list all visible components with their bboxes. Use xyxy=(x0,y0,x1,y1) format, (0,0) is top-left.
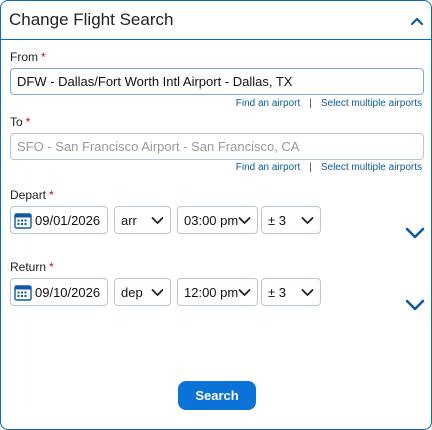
link-separator: | xyxy=(309,162,312,173)
chevron-down-icon xyxy=(151,217,164,224)
depart-label: Depart * xyxy=(10,188,54,202)
chevron-down-icon xyxy=(238,289,251,296)
chevron-down-icon xyxy=(301,217,314,224)
panel-title: Change Flight Search xyxy=(9,10,174,29)
to-label: To * xyxy=(10,115,31,129)
chevron-down-icon xyxy=(301,289,314,296)
required-marker: * xyxy=(49,188,54,202)
return-date-value: 09/10/2026 xyxy=(35,285,101,300)
chevron-down-icon xyxy=(151,289,164,296)
return-time-select[interactable]: 12:00 pm xyxy=(177,278,258,306)
required-marker: * xyxy=(49,260,54,274)
link-separator: | xyxy=(309,98,312,109)
calendar-icon[interactable] xyxy=(14,284,32,301)
chevron-up-icon[interactable] xyxy=(407,11,427,31)
to-airport-input[interactable] xyxy=(10,133,424,160)
from-find-airport-link[interactable]: Find an airport xyxy=(236,98,300,109)
depart-time-select[interactable]: 03:00 pm xyxy=(177,206,258,234)
from-airport-input[interactable] xyxy=(10,68,424,95)
return-label: Return * xyxy=(10,260,54,274)
depart-expand-icon[interactable] xyxy=(404,226,426,240)
search-button[interactable]: Search xyxy=(178,381,256,410)
return-expand-icon[interactable] xyxy=(404,298,426,312)
depart-date-input[interactable]: 09/01/2026 xyxy=(10,206,108,234)
return-arr-dep-select[interactable]: dep xyxy=(114,278,171,306)
chevron-down-icon xyxy=(238,217,251,224)
to-select-multiple-link[interactable]: Select multiple airports xyxy=(321,162,422,173)
from-label: From * xyxy=(10,50,46,64)
to-find-airport-link[interactable]: Find an airport xyxy=(236,162,300,173)
required-marker: * xyxy=(25,115,31,129)
from-airport-links: Find an airport | Select multiple airports xyxy=(236,98,422,109)
from-select-multiple-link[interactable]: Select multiple airports xyxy=(321,98,422,109)
panel-header[interactable]: Change Flight Search xyxy=(1,1,431,40)
return-date-input[interactable]: 09/10/2026 xyxy=(10,278,108,306)
depart-arr-dep-select[interactable]: arr xyxy=(114,206,171,234)
return-window-select[interactable]: ± 3 xyxy=(261,278,321,306)
change-flight-search-panel: Change Flight Search From* Find an airpo… xyxy=(0,0,432,430)
calendar-icon[interactable] xyxy=(14,212,32,229)
to-airport-links: Find an airport | Select multiple airports xyxy=(236,162,422,173)
required-marker: * xyxy=(41,50,46,64)
depart-date-value: 09/01/2026 xyxy=(35,213,101,228)
depart-window-select[interactable]: ± 3 xyxy=(261,206,321,234)
